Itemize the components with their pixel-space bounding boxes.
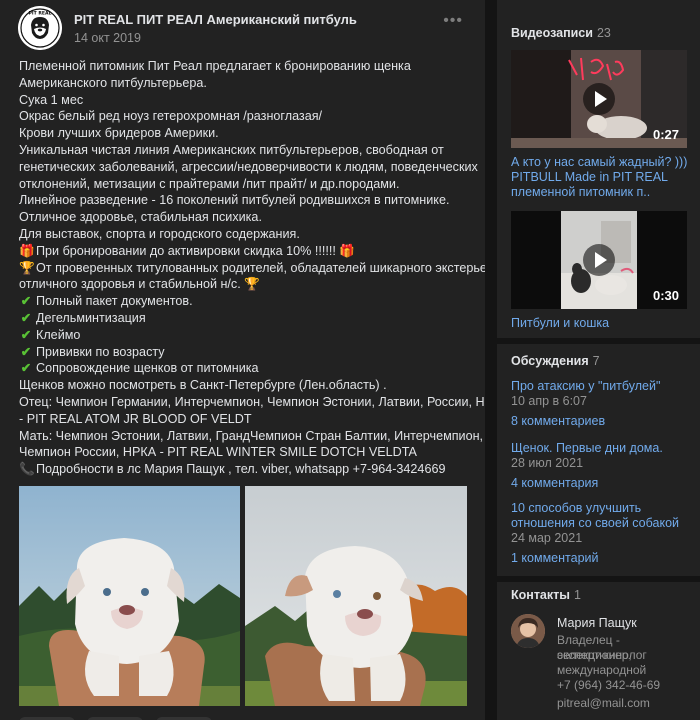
post-trophy-line: 🏆От проверенных титулованных родителей, … xyxy=(19,260,485,277)
post-date[interactable]: 14 окт 2019 xyxy=(74,31,141,45)
gift-line-text: При бронировании до активировки скидка 1… xyxy=(36,243,336,258)
community-avatar[interactable]: PIT REAL xyxy=(18,6,62,50)
contact-name-link[interactable]: Мария Пащук xyxy=(557,616,637,630)
checklist-item: ✔ Клеймо xyxy=(19,327,479,344)
checklist-text: Дегельминтизация xyxy=(36,310,146,325)
contacts-count: 1 xyxy=(573,588,581,602)
video-title-link[interactable]: А кто у нас самый жадный? ))) PITBULL Ma… xyxy=(511,155,691,200)
post-line: Чемпион России, НРКА - PIT REAL WINTER S… xyxy=(19,445,417,460)
contacts-block: Контакты 1 Мария Пащук Владелец - селекци… xyxy=(497,582,700,720)
right-sidebar: Видеозаписи 23 0:27 А кто у нас самый жад… xyxy=(497,0,700,720)
check-mark-icon: ✔ xyxy=(20,344,32,359)
gift-icon: 🎁 xyxy=(339,243,356,258)
video-thumbnail-1[interactable]: 0:27 xyxy=(511,50,687,148)
post-gift-line: 🎁При бронировании до активировки скидка … xyxy=(19,243,479,260)
gift-icon: 🎁 xyxy=(19,243,35,258)
checklist-text: Полный пакет документов. xyxy=(36,294,193,309)
contact-phone: +7 (964) 342-46-69 xyxy=(557,678,661,692)
puppy-photo-image xyxy=(19,486,240,706)
discussion-item: Щенок. Первые дни дома. 28 июл 2021 4 ко… xyxy=(511,441,691,491)
discussion-title-link[interactable]: 10 способов улучшить отношения со своей … xyxy=(511,501,691,531)
phone-line-text: Подробности в лс Мария Пащук , тел. vibe… xyxy=(36,462,446,477)
post-line: Щенков можно посмотреть в Санкт-Петербур… xyxy=(19,378,387,393)
discussion-item: 10 способов улучшить отношения со своей … xyxy=(511,501,691,566)
videos-header[interactable]: Видеозаписи 23 xyxy=(511,26,611,40)
post-line: Сука 1 мес xyxy=(19,92,84,107)
video-title-link[interactable]: Питбули и кошка xyxy=(511,316,691,331)
contact-role: эксперт-кинолог xyxy=(557,648,647,662)
post-line: Для выставок, спорта и городского содерж… xyxy=(19,226,300,241)
discussions-count: 7 xyxy=(592,354,600,368)
post-line: Уникальная чистая линия Американских пит… xyxy=(19,142,444,157)
contact-role: международной xyxy=(557,663,647,677)
check-mark-icon: ✔ xyxy=(20,327,32,342)
post-text: Племенной питомник Пит Реал предлагает к… xyxy=(19,58,485,478)
video-thumbnail-2[interactable]: 0:30 xyxy=(511,211,687,309)
videos-title: Видеозаписи xyxy=(511,26,593,40)
video-duration: 0:30 xyxy=(652,288,679,303)
trophy-line-text: От проверенных титулованных родителей, о… xyxy=(36,260,485,275)
puppy-photo-image xyxy=(245,486,467,706)
post-line: отклонений, метизации с прайтерами /пит … xyxy=(19,176,400,191)
discussions-header[interactable]: Обсуждения 7 xyxy=(511,354,600,368)
play-icon[interactable] xyxy=(583,244,615,276)
post-actions-bar xyxy=(19,712,469,720)
play-icon[interactable] xyxy=(583,83,615,115)
discussion-comments-link[interactable]: 4 комментария xyxy=(511,476,691,491)
phone-icon: 📞 xyxy=(19,462,35,477)
discussion-date: 10 апр в 6:07 xyxy=(511,394,587,408)
videos-block: Видеозаписи 23 0:27 А кто у нас самый жад… xyxy=(497,0,700,338)
checklist-item: ✔ Сопровождение щенков от питомника xyxy=(19,360,479,377)
trophy-icon: 🏆 xyxy=(19,260,35,275)
post-line: - PIT REAL ATOM JR BLOOD OF VELDT xyxy=(19,411,252,426)
checklist-item: ✔ Полный пакет документов. xyxy=(19,293,479,310)
post-line: генетических заболеваний, агрессии/недов… xyxy=(19,159,478,174)
post-line: Отличное здоровье, стабильная психика. xyxy=(19,210,262,225)
post-line: Американского питбультерьера. xyxy=(19,75,207,90)
post-line: Линейное разведение - 16 поколений питбу… xyxy=(19,193,450,208)
post-line: Окрас белый ред ноуз гетерохромная /разн… xyxy=(19,109,323,124)
discussion-comments-link[interactable]: 8 комментариев xyxy=(511,414,691,429)
contacts-header[interactable]: Контакты 1 xyxy=(511,588,581,602)
videos-count: 23 xyxy=(596,26,611,40)
svg-text:PIT REAL: PIT REAL xyxy=(29,11,52,17)
post-header: PIT REAL PIT REAL ПИТ РЕАЛ Американский … xyxy=(18,6,473,50)
contact-avatar-image xyxy=(511,614,545,648)
discussion-item: Про атаксию у "питбулей" 10 апр в 6:07 8… xyxy=(511,379,691,429)
discussion-comments-link[interactable]: 1 комментарий xyxy=(511,551,691,566)
wall-post: PIT REAL PIT REAL ПИТ РЕАЛ Американский … xyxy=(0,0,485,720)
check-mark-icon: ✔ xyxy=(20,310,32,325)
post-line: Племенной питомник Пит Реал предлагает к… xyxy=(19,59,411,73)
discussion-title-link[interactable]: Про атаксию у "питбулей" xyxy=(511,379,691,394)
post-photo-puppy-2[interactable] xyxy=(245,486,467,706)
discussion-date: 28 июл 2021 xyxy=(511,456,584,470)
checklist-item: ✔ Прививки по возрасту xyxy=(19,344,479,361)
checklist-text: Сопровождение щенков от питомника xyxy=(36,361,259,376)
check-mark-icon: ✔ xyxy=(20,361,32,376)
discussions-block: Обсуждения 7 Про атаксию у "питбулей" 10 … xyxy=(497,344,700,576)
discussion-title-link[interactable]: Щенок. Первые дни дома. xyxy=(511,441,691,456)
post-line: Крови лучших бридеров Америки. xyxy=(19,126,219,141)
post-author-title[interactable]: PIT REAL ПИТ РЕАЛ Американский питбуль xyxy=(74,12,357,27)
check-mark-icon: ✔ xyxy=(20,294,32,309)
checklist-text: Клеймо xyxy=(36,327,81,342)
trophy-line-text-2: отличного здоровья и стабильной н/с. xyxy=(19,277,241,292)
pitbull-logo-icon: PIT REAL xyxy=(18,6,62,50)
post-line: Отец: Чемпион Германии, Интерчемпион, Че… xyxy=(19,394,485,409)
post-trophy-line-2: отличного здоровья и стабильной н/с. 🏆 xyxy=(19,276,479,293)
post-line: Мать: Чемпион Эстонии, Латвии, ГрандЧемп… xyxy=(19,428,484,443)
checklist-item: ✔ Дегельминтизация xyxy=(19,310,479,327)
post-photo-puppy-1[interactable] xyxy=(19,486,240,706)
post-phone-line: 📞Подробности в лс Мария Пащук , тел. vib… xyxy=(19,461,479,478)
discussion-date: 24 мар 2021 xyxy=(511,531,583,545)
contacts-title: Контакты xyxy=(511,588,570,602)
trophy-icon: 🏆 xyxy=(244,277,260,292)
contact-avatar[interactable] xyxy=(511,614,545,648)
checklist-text: Прививки по возрасту xyxy=(36,344,165,359)
video-duration: 0:27 xyxy=(652,127,679,142)
more-dots-icon[interactable]: ••• xyxy=(443,12,463,30)
contact-email: pitreal@mail.com xyxy=(557,696,650,710)
discussions-title: Обсуждения xyxy=(511,354,589,368)
